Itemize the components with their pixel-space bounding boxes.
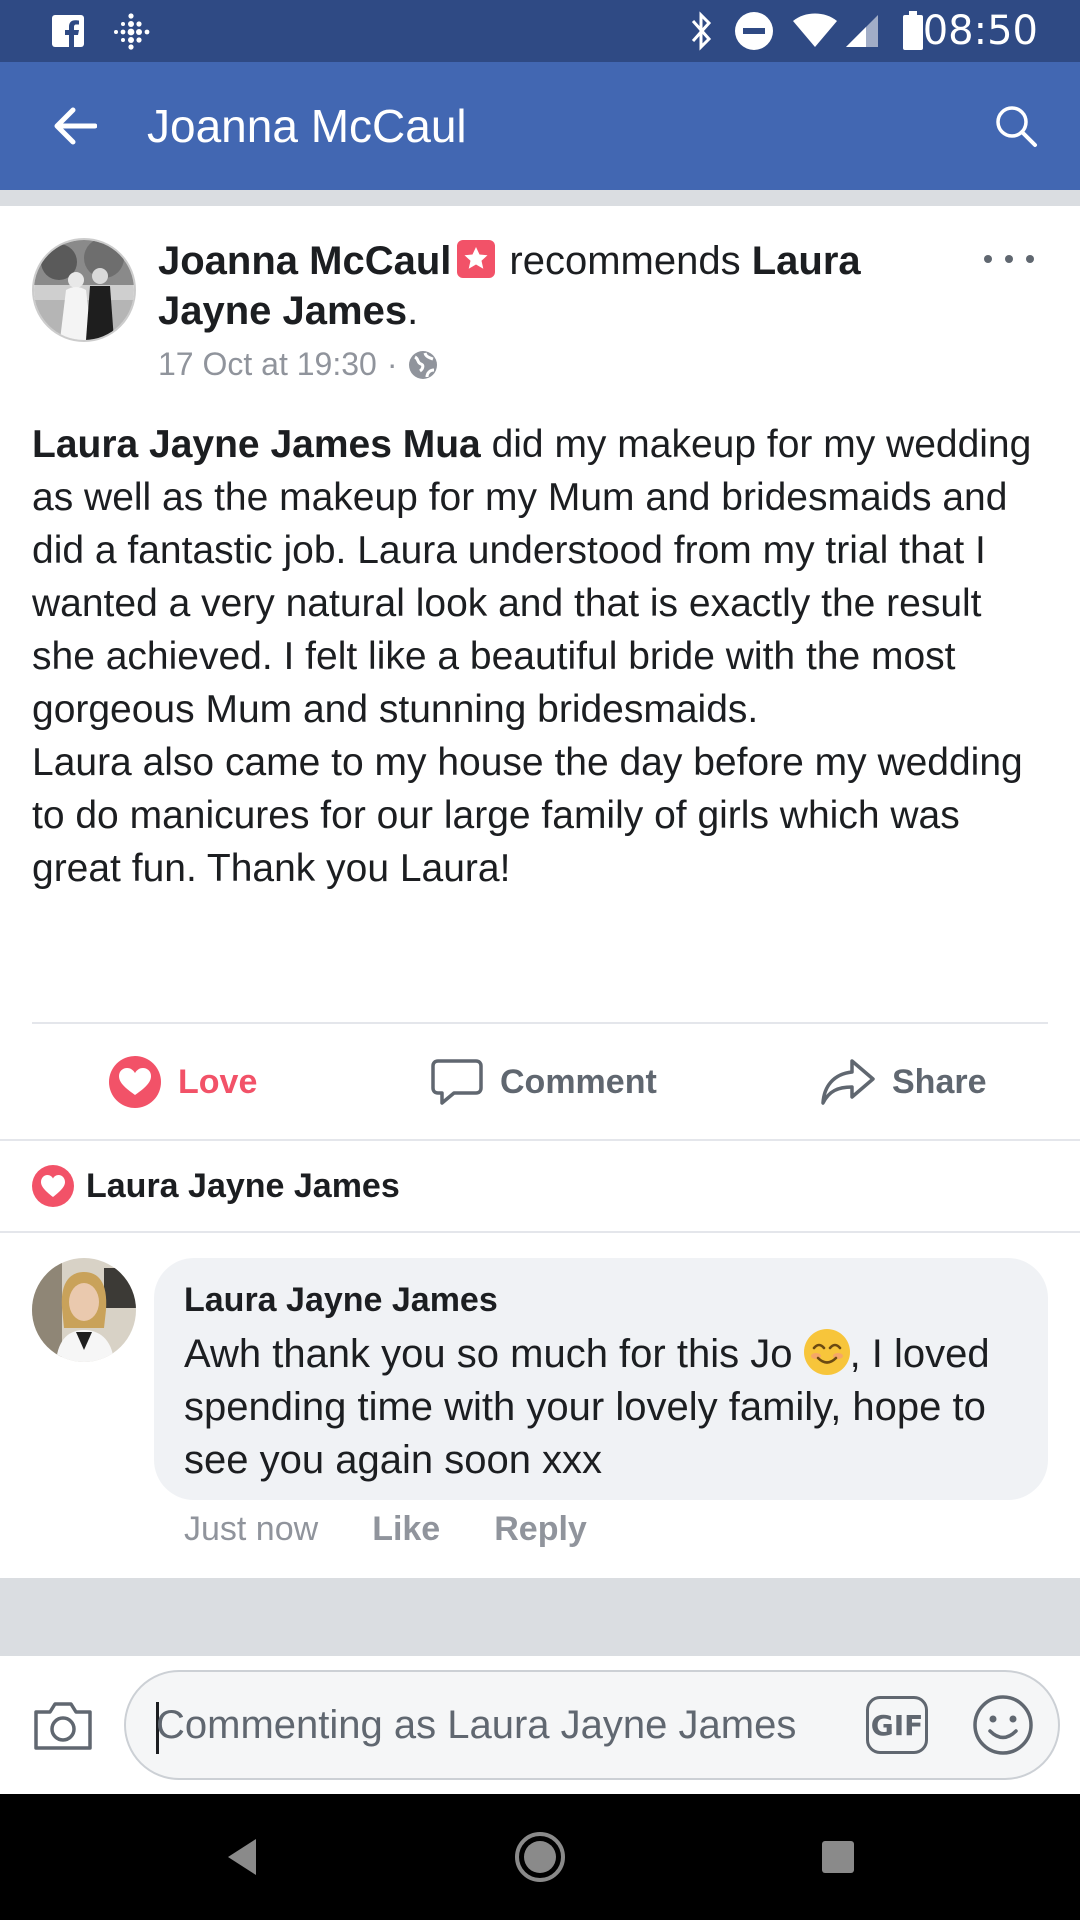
post-body-paragraph-1: did my makeup for my wedding as well as … xyxy=(32,423,1032,731)
divider xyxy=(32,1022,1048,1024)
page-title: Joanna McCaul xyxy=(147,100,467,152)
comment-author[interactable]: Laura Jayne James xyxy=(184,1278,1018,1322)
recommends-text: recommends xyxy=(509,239,741,283)
system-nav-bar xyxy=(0,1794,1080,1920)
comment-icon xyxy=(430,1057,484,1107)
comment-button[interactable]: Comment xyxy=(430,1026,657,1138)
facebook-icon xyxy=(48,0,88,62)
share-label: Share xyxy=(892,1062,987,1101)
nav-back-icon[interactable] xyxy=(182,1794,302,1920)
comment-label: Comment xyxy=(500,1062,657,1101)
app-bar: Joanna McCaul xyxy=(0,62,1080,190)
post: Joanna McCaul recommends Laura Jayne Jame… xyxy=(0,206,1080,1140)
nav-recents-icon[interactable] xyxy=(778,1794,898,1920)
love-label: Love xyxy=(178,1062,258,1101)
comment-timestamp: Just now xyxy=(184,1509,319,1548)
reactions-row[interactable]: Laura Jayne James xyxy=(0,1141,1080,1231)
comment-input[interactable] xyxy=(156,1672,856,1778)
post-meta: 17 Oct at 19:30 · xyxy=(158,346,439,383)
author-avatar[interactable] xyxy=(32,238,136,342)
post-body-paragraph-2: Laura also came to my house the day befo… xyxy=(32,741,1023,890)
signal-icon xyxy=(842,0,882,62)
divider xyxy=(0,1231,1080,1233)
feed-gap xyxy=(0,190,1080,206)
globe-icon xyxy=(407,349,439,381)
reactor-name: Laura Jayne James xyxy=(86,1166,400,1205)
share-button[interactable]: Share xyxy=(820,1026,987,1138)
post-timestamp[interactable]: 17 Oct at 19:30 xyxy=(158,346,377,383)
comment-text-part-1: Awh thank you so much for this Jo xyxy=(184,1332,804,1376)
do-not-disturb-icon xyxy=(732,0,776,62)
post-actions: Love Comment Share xyxy=(0,1026,1080,1138)
bluetooth-icon xyxy=(684,0,718,62)
clock: 08:50 xyxy=(922,8,1038,54)
comment-text: Awh thank you so much for this Jo , I lo… xyxy=(184,1328,1018,1487)
love-reaction-icon xyxy=(108,1055,162,1109)
share-icon xyxy=(820,1057,876,1107)
gif-button[interactable]: GIF xyxy=(866,1696,928,1754)
commenter-avatar[interactable] xyxy=(32,1258,136,1362)
smiley-icon[interactable] xyxy=(972,1694,1034,1756)
comment-meta: Just now Like Reply xyxy=(184,1504,641,1554)
header-period: . xyxy=(407,289,419,333)
post-header: Joanna McCaul recommends Laura Jayne Jame… xyxy=(158,236,938,336)
search-icon[interactable] xyxy=(986,62,1046,190)
post-body: Laura Jayne James Mua did my makeup for … xyxy=(32,418,1052,895)
section-gap xyxy=(0,1578,1080,1656)
smiling-emoji-icon xyxy=(803,1329,850,1375)
nav-home-icon[interactable] xyxy=(480,1794,600,1920)
arrow-left-icon[interactable] xyxy=(44,62,104,190)
comment-reply-button[interactable]: Reply xyxy=(494,1510,587,1549)
fitbit-icon xyxy=(108,0,154,62)
heart-icon xyxy=(32,1165,74,1207)
love-button[interactable]: Love xyxy=(108,1026,257,1138)
camera-icon[interactable] xyxy=(30,1656,96,1794)
comment-bubble[interactable]: Laura Jayne James Awh thank you so much … xyxy=(154,1258,1048,1500)
status-bar: 08:50 xyxy=(0,0,1080,62)
more-options-icon[interactable] xyxy=(984,244,1034,274)
post-body-mention[interactable]: Laura Jayne James Mua xyxy=(32,423,481,466)
recommendation-icon xyxy=(457,240,496,278)
wifi-icon xyxy=(790,0,840,62)
comment-field-container: GIF xyxy=(124,1670,1060,1780)
meta-separator: · xyxy=(386,346,398,382)
post-author[interactable]: Joanna McCaul xyxy=(158,239,451,283)
comment-composer: GIF xyxy=(0,1656,1080,1794)
comment-like-button[interactable]: Like xyxy=(372,1510,440,1549)
